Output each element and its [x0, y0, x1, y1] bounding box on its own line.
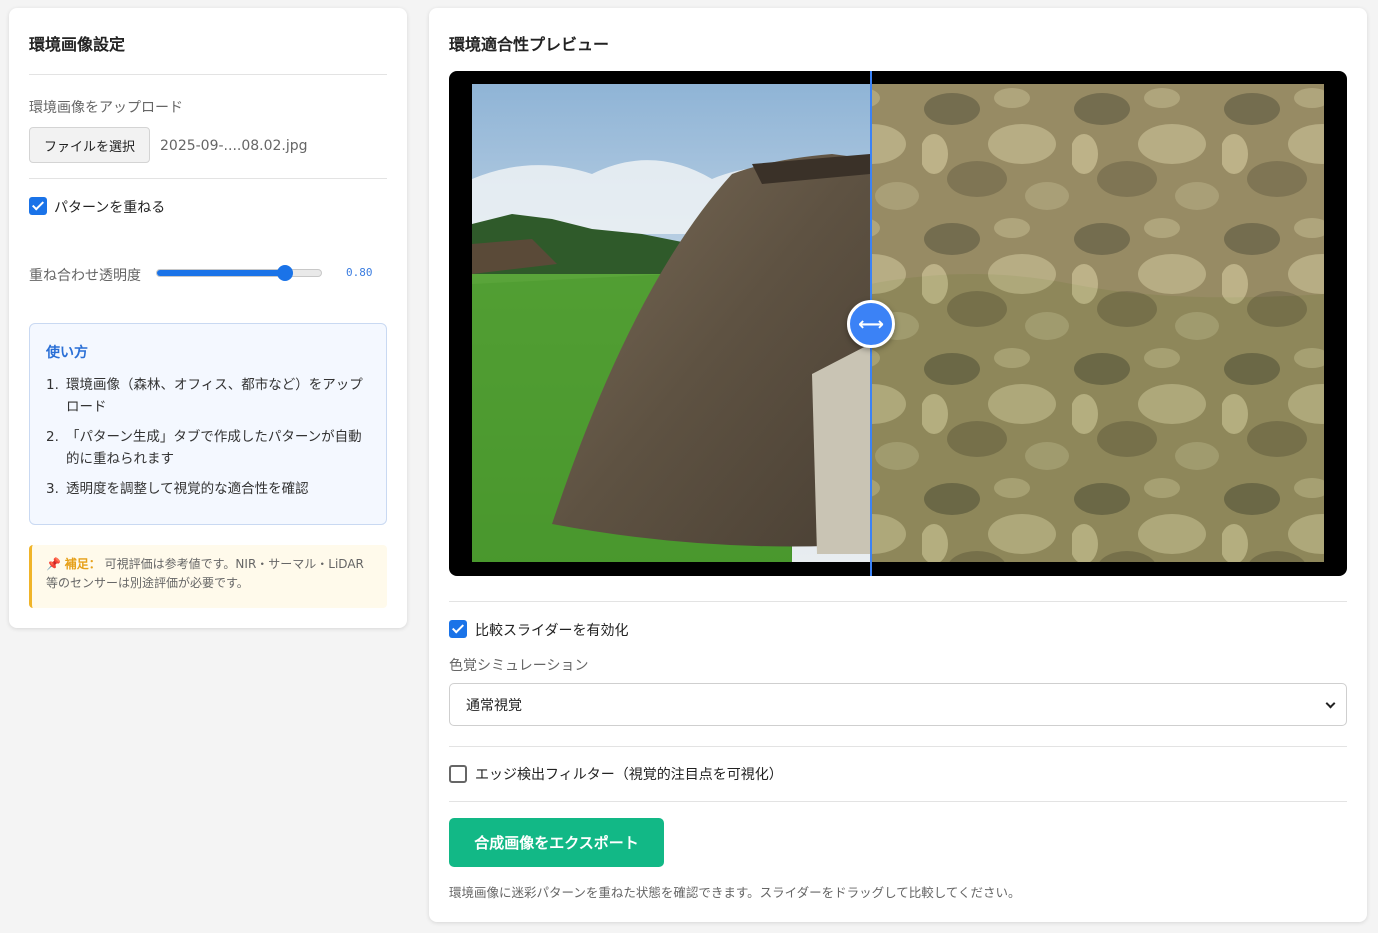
chevron-down-icon [1325, 698, 1336, 709]
howto-item: 2. 「パターン生成」タブで作成したパターンが自動的に重ねられます [46, 426, 366, 470]
file-name: 2025-09-....08.02.jpg [160, 138, 308, 154]
opacity-slider[interactable] [156, 269, 322, 277]
photo-scene [472, 84, 1324, 562]
howto-title: 使い方 [46, 345, 88, 361]
overlay-pattern-checkbox[interactable] [29, 197, 47, 215]
opacity-value: 0.80 [346, 266, 373, 279]
footnote: 環境画像に迷彩パターンを重ねた状態を確認できます。スライダーをドラッグして比較し… [449, 885, 1021, 900]
overlay-pattern-label[interactable]: パターンを重ねる [54, 197, 165, 217]
divider [449, 601, 1347, 602]
preview-canvas[interactable]: ⟷ [449, 71, 1347, 576]
compatibility-preview-panel: 環境適合性プレビュー ⟷ 比較スライダーを有効化 色覚シミュレーション 通常視覚… [429, 8, 1367, 922]
compare-slider-label[interactable]: 比較スライダーを有効化 [475, 620, 628, 640]
divider [449, 746, 1347, 747]
compare-handle-icon[interactable]: ⟷ [847, 300, 895, 348]
divider [29, 178, 387, 179]
howto-number: 2. [46, 429, 59, 445]
howto-item: 1. 環境画像（森林、オフィス、都市など）をアップロード [46, 374, 366, 418]
pushpin-icon: 📌 [46, 557, 61, 571]
howto-number: 3. [46, 481, 59, 497]
divider [29, 74, 387, 75]
file-select-button[interactable]: ファイルを選択 [29, 127, 150, 163]
opacity-slider-thumb[interactable] [277, 265, 294, 281]
upload-label: 環境画像をアップロード [29, 100, 183, 116]
edge-filter-label[interactable]: エッジ検出フィルター（視覚的注目点を可視化） [475, 764, 783, 784]
compare-slider-checkbox[interactable] [449, 620, 467, 638]
howto-list: 1. 環境画像（森林、オフィス、都市など）をアップロード 2. 「パターン生成」… [46, 374, 366, 508]
opacity-slider-fill [157, 270, 289, 276]
howto-text: 「パターン生成」タブで作成したパターンが自動的に重ねられます [66, 429, 362, 467]
color-sim-select[interactable]: 通常視覚 [449, 683, 1347, 726]
export-button[interactable]: 合成画像をエクスポート [449, 818, 664, 867]
color-sim-value: 通常視覚 [466, 697, 522, 714]
environment-photo [472, 84, 1324, 562]
note-heading: 補足： [64, 557, 101, 571]
howto-item: 3. 透明度を調整して視覚的な適合性を確認 [46, 478, 366, 500]
note-box: 📌 補足： 可視評価は参考値です。NIR・サーマル・LiDAR等のセンサーは別途… [29, 545, 387, 608]
howto-text: 透明度を調整して視覚的な適合性を確認 [66, 481, 309, 497]
howto-text: 環境画像（森林、オフィス、都市など）をアップロード [66, 377, 363, 415]
edge-filter-checkbox[interactable] [449, 765, 467, 783]
opacity-label: 重ね合わせ透明度 [29, 268, 141, 284]
divider [449, 801, 1347, 802]
settings-title: 環境画像設定 [29, 35, 126, 54]
preview-title: 環境適合性プレビュー [449, 35, 610, 54]
howto-box: 使い方 1. 環境画像（森林、オフィス、都市など）をアップロード 2. 「パター… [29, 323, 387, 525]
howto-number: 1. [46, 377, 59, 393]
color-sim-label: 色覚シミュレーション [449, 658, 589, 674]
environment-settings-panel: 環境画像設定 環境画像をアップロード ファイルを選択 2025-09-....0… [9, 8, 407, 628]
